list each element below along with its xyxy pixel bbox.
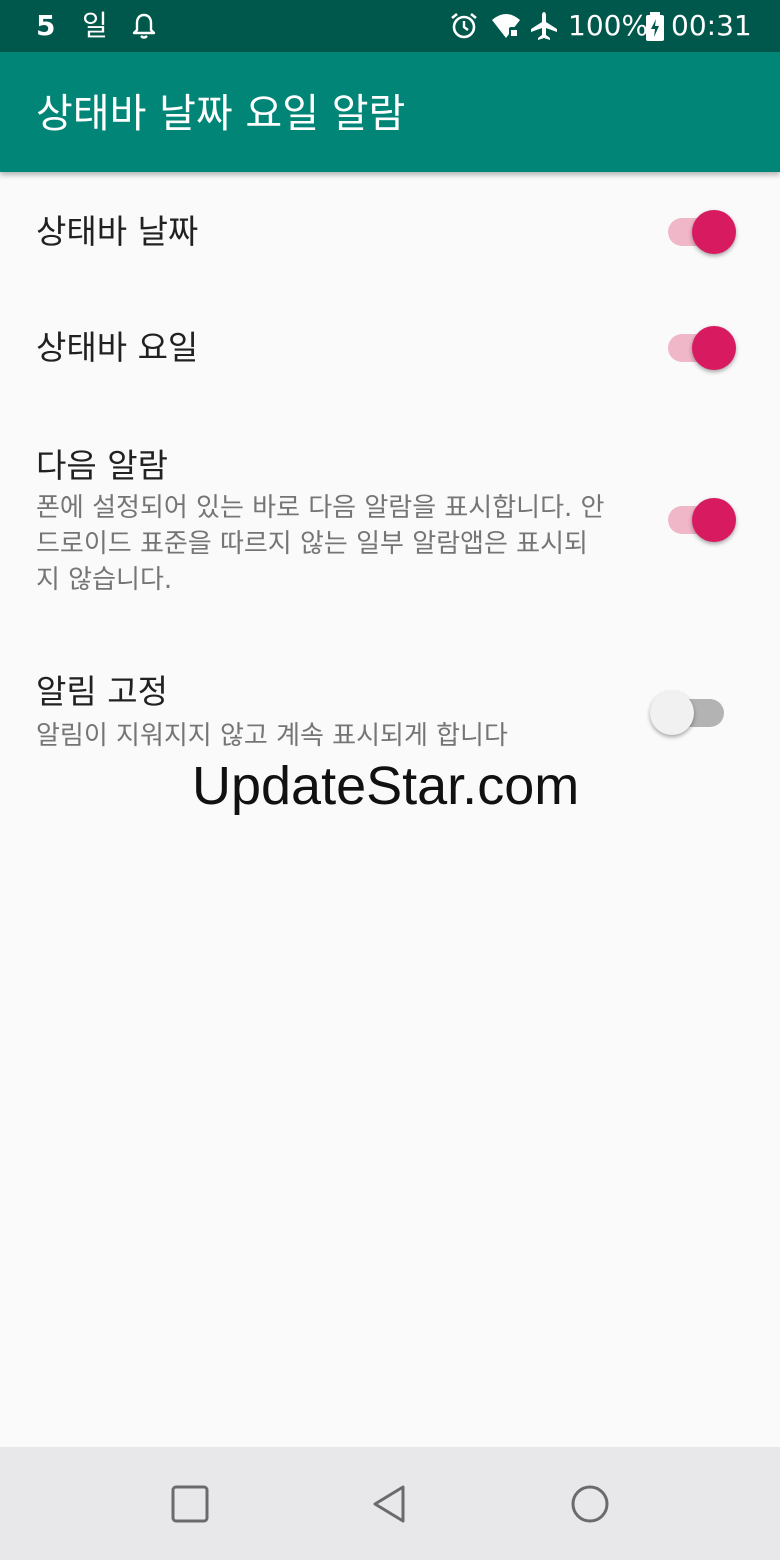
wifi-icon [490, 10, 522, 42]
toggle-statusbar-day[interactable] [650, 324, 740, 372]
pref-title: 상태바 날짜 [36, 212, 199, 251]
toggle-statusbar-date[interactable] [650, 208, 740, 256]
status-date: 5 [36, 9, 56, 42]
switch-thumb [692, 498, 736, 542]
status-bar: 5 일 100% 00:31 [0, 0, 780, 52]
pref-title: 상태바 요일 [36, 328, 199, 367]
pref-statusbar-day[interactable]: 상태바 요일 [0, 290, 780, 408]
pref-title: 알림 고정 [36, 672, 168, 711]
switch-thumb [692, 326, 736, 370]
watermark: UpdateStar.com [192, 756, 580, 816]
pref-statusbar-date[interactable]: 상태바 날짜 [0, 172, 780, 290]
home-icon[interactable] [569, 1483, 611, 1525]
pref-summary: 알림이 지워지지 않고 계속 표시되게 합니다 [36, 721, 508, 751]
app-bar: 상태바 날짜 요일 알람 [0, 52, 780, 172]
alarm-clock-icon [448, 10, 480, 42]
switch-thumb [692, 210, 736, 254]
battery-percent: 100% [568, 9, 649, 42]
status-time: 00:31 [671, 9, 752, 42]
toggle-pin-notification[interactable] [650, 689, 740, 737]
toggle-next-alarm[interactable] [650, 496, 740, 544]
status-day: 일 [82, 9, 108, 42]
back-icon[interactable] [369, 1483, 411, 1525]
navigation-bar [0, 1447, 780, 1560]
airplane-icon [528, 10, 560, 42]
battery-icon [644, 10, 666, 42]
pref-next-alarm[interactable]: 다음 알람 폰에 설정되어 있는 바로 다음 알람을 표시합니다. 안드로이드 … [0, 408, 780, 630]
recent-apps-icon[interactable] [169, 1483, 211, 1525]
pref-title: 다음 알람 [36, 446, 168, 485]
pref-summary: 폰에 설정되어 있는 바로 다음 알람을 표시합니다. 안드로이드 표준을 따르… [36, 493, 605, 595]
bell-icon [128, 10, 160, 42]
pref-pin-notification[interactable]: 알림 고정 알림이 지워지지 않고 계속 표시되게 합니다 [0, 630, 780, 760]
switch-thumb [650, 691, 694, 735]
app-title: 상태바 날짜 요일 알람 [36, 91, 406, 137]
